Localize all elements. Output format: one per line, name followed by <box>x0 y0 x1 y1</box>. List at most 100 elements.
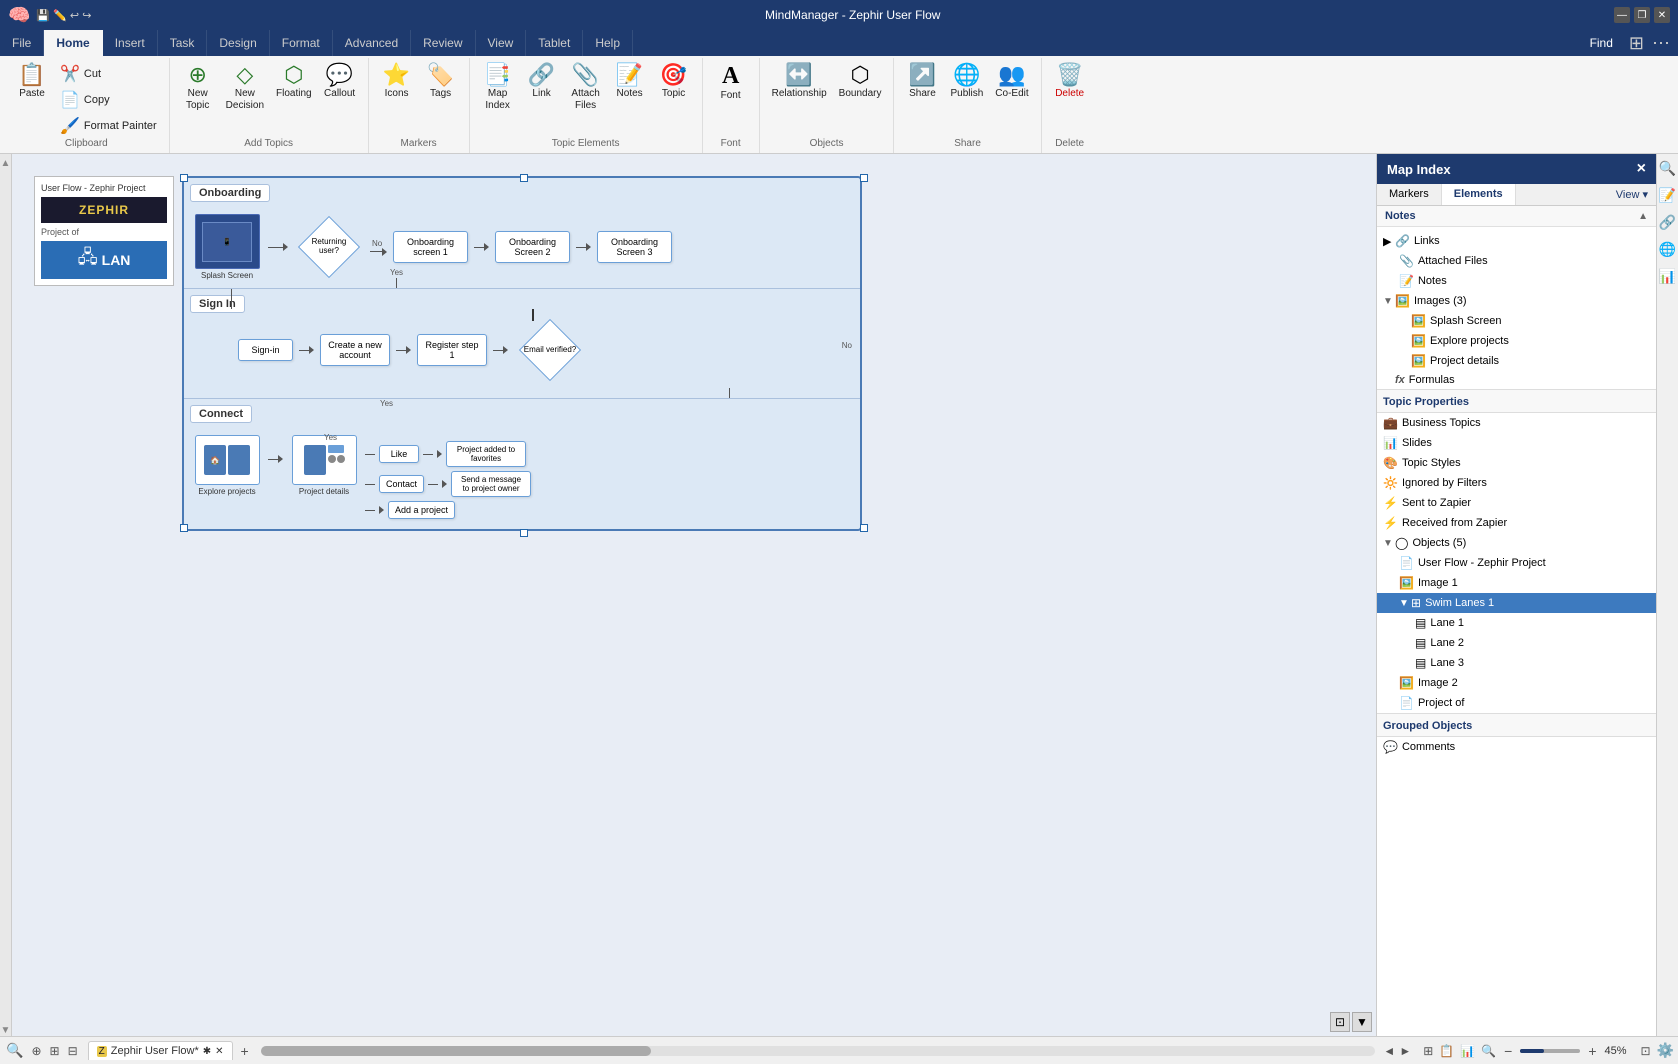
tab-tablet[interactable]: Tablet <box>526 30 583 56</box>
node-splash-screen[interactable]: 📱 Splash Screen <box>192 214 262 280</box>
callout-button[interactable]: 💬 Callout <box>320 62 360 102</box>
node-project-added[interactable]: Project added to favorites <box>446 441 526 467</box>
tree-item-explore-projects[interactable]: 🖼️ Explore projects <box>1377 331 1656 351</box>
node-onboarding-2[interactable]: Onboarding Screen 2 <box>495 231 570 263</box>
tab-view[interactable]: View <box>476 30 527 56</box>
grouped-objects-section[interactable]: Grouped Objects <box>1377 713 1656 737</box>
node-register-step1[interactable]: Register step 1 <box>417 334 487 366</box>
tree-item-splash-screen[interactable]: 🖼️ Splash Screen <box>1377 311 1656 331</box>
tree-item-slides[interactable]: 📊 Slides <box>1377 433 1656 453</box>
selection-handle-bl[interactable] <box>180 524 188 532</box>
restore-btn[interactable]: ❐ <box>1634 7 1650 23</box>
tree-item-links[interactable]: ▶ 🔗 Links <box>1377 231 1656 251</box>
tree-item-images[interactable]: ▼ 🖼️ Images (3) <box>1377 291 1656 311</box>
tree-item-project-details-img[interactable]: 🖼️ Project details <box>1377 351 1656 371</box>
new-tab-btn[interactable]: + <box>237 1041 253 1061</box>
node-add-project[interactable]: Add a project <box>388 501 455 519</box>
status-filter-icon[interactable]: 🔍 <box>4 1040 25 1061</box>
tab-close-btn[interactable]: ✕ <box>215 1046 223 1057</box>
paste-button[interactable]: 📋 Paste <box>12 62 52 102</box>
node-onboarding-3[interactable]: Onboarding Screen 3 <box>597 231 672 263</box>
view-mode-icon4[interactable]: 🔍 <box>1481 1044 1496 1058</box>
relationship-button[interactable]: ↔️ Relationship <box>768 62 831 102</box>
status-grid-icon[interactable]: ⊟ <box>66 1042 80 1060</box>
canvas-area[interactable]: User Flow - Zephir Project ZEPHIR Projec… <box>12 154 1376 1036</box>
node-explore-projects[interactable]: 🏠 Explore projects <box>192 435 262 496</box>
notes-button[interactable]: 📝 Notes <box>610 62 650 102</box>
selection-handle-tm[interactable] <box>860 174 868 182</box>
selection-handle-bm[interactable] <box>520 529 528 537</box>
close-btn[interactable]: ✕ <box>1654 7 1670 23</box>
horizontal-scroll-thumb[interactable] <box>261 1046 651 1056</box>
boundary-button[interactable]: ⬡ Boundary <box>835 62 886 102</box>
floating-button[interactable]: ⬡ Floating <box>272 62 316 102</box>
tree-item-lane2[interactable]: ▤ Lane 2 <box>1377 633 1656 653</box>
panel-close-btn[interactable]: × <box>1637 160 1646 178</box>
canvas-zoom-controls[interactable]: ⊡ ▼ <box>1330 1012 1372 1032</box>
icons-button[interactable]: ⭐ Icons <box>377 62 417 102</box>
panel-tab-markers[interactable]: Markers <box>1377 184 1442 205</box>
node-project-details[interactable]: Project details <box>289 435 359 496</box>
settings-btn[interactable]: ⚙️ <box>1657 1042 1674 1059</box>
tree-item-ignored-filters[interactable]: 🔆 Ignored by Filters <box>1377 473 1656 493</box>
scroll-left-btn[interactable]: ◄ <box>1383 1044 1395 1058</box>
ri-icon-3[interactable]: 🔗 <box>1657 212 1678 233</box>
tree-item-received-zapier[interactable]: ⚡ Received from Zapier <box>1377 513 1656 533</box>
status-add-icon[interactable]: ⊕ <box>29 1042 43 1060</box>
zoom-in-btn[interactable]: + <box>1586 1043 1598 1059</box>
selection-handle-tr[interactable] <box>520 174 528 182</box>
format-painter-button[interactable]: 🖌️ Format Painter <box>56 114 161 138</box>
view-mode-icon3[interactable]: 📊 <box>1460 1044 1475 1058</box>
copy-button[interactable]: 📄 Copy <box>56 88 161 112</box>
view-mode-icon2[interactable]: 📋 <box>1439 1044 1454 1058</box>
tab-task[interactable]: Task <box>158 30 208 56</box>
tree-item-image2[interactable]: 🖼️ Image 2 <box>1377 673 1656 693</box>
map-index-button[interactable]: 📑 MapIndex <box>478 62 518 114</box>
panel-view-btn[interactable]: View ▾ <box>1608 184 1656 205</box>
tree-item-attached-files[interactable]: 📎 Attached Files <box>1377 251 1656 271</box>
topic-properties-section[interactable]: Topic Properties <box>1377 389 1656 413</box>
font-button[interactable]: A Font <box>711 62 751 104</box>
zoom-out-btn[interactable]: − <box>1502 1043 1514 1059</box>
tab-format[interactable]: Format <box>270 30 333 56</box>
node-signin[interactable]: Sign-in <box>238 339 293 361</box>
tree-item-user-flow-obj[interactable]: 📄 User Flow - Zephir Project <box>1377 553 1656 573</box>
topic-element-button[interactable]: 🎯 Topic <box>654 62 694 102</box>
link-button[interactable]: 🔗 Link <box>522 62 562 102</box>
attach-files-button[interactable]: 📎 AttachFiles <box>566 62 606 114</box>
tree-item-lane1[interactable]: ▤ Lane 1 <box>1377 613 1656 633</box>
co-edit-button[interactable]: 👥 Co-Edit <box>991 62 1032 102</box>
ri-icon-2[interactable]: 📝 <box>1657 185 1678 206</box>
tags-button[interactable]: 🏷️ Tags <box>421 62 461 102</box>
node-like[interactable]: Like <box>379 445 419 463</box>
node-send-message[interactable]: Send a message to project owner <box>451 471 531 497</box>
tree-item-swim-lanes-1[interactable]: ▼ ⊞ Swim Lanes 1 <box>1377 593 1656 613</box>
tab-review[interactable]: Review <box>411 30 475 56</box>
notes-section-header[interactable]: Notes ▲ <box>1377 206 1656 226</box>
node-returning-user[interactable]: Returning user? <box>294 222 364 272</box>
tab-insert[interactable]: Insert <box>103 30 158 56</box>
view-mode-icon1[interactable]: ⊞ <box>1423 1044 1433 1058</box>
tab-file[interactable]: File <box>0 30 44 56</box>
tree-item-comments[interactable]: 💬 Comments <box>1377 737 1656 757</box>
minimize-btn[interactable]: — <box>1614 7 1630 23</box>
tab-advanced[interactable]: Advanced <box>333 30 411 56</box>
tree-item-business-topics[interactable]: 💼 Business Topics <box>1377 413 1656 433</box>
node-onboarding-1[interactable]: Onboarding screen 1 <box>393 231 468 263</box>
tree-item-notes[interactable]: 📝 Notes <box>1377 271 1656 291</box>
left-scrollbar[interactable]: ▲ ▼ <box>0 154 12 1036</box>
tab-design[interactable]: Design <box>207 30 269 56</box>
tab-zephir-user-flow[interactable]: Z Zephir User Flow* ✱ ✕ <box>88 1041 233 1060</box>
tree-item-objects[interactable]: ▼ ◯ Objects (5) <box>1377 533 1656 553</box>
fit-page-btn[interactable]: ⊡ <box>1641 1044 1651 1058</box>
ri-icon-1[interactable]: 🔍 <box>1657 158 1678 179</box>
cut-button[interactable]: ✂️ Cut <box>56 62 161 86</box>
selection-handle-tl[interactable] <box>180 174 188 182</box>
ri-icon-5[interactable]: 📊 <box>1657 266 1678 287</box>
tree-item-lane3[interactable]: ▤ Lane 3 <box>1377 653 1656 673</box>
ri-icon-4[interactable]: 🌐 <box>1657 239 1678 260</box>
new-topic-button[interactable]: ⊕ NewTopic <box>178 62 218 114</box>
panel-tab-elements[interactable]: Elements <box>1442 184 1516 205</box>
selection-handle-br[interactable] <box>860 524 868 532</box>
node-contact[interactable]: Contact <box>379 475 424 493</box>
